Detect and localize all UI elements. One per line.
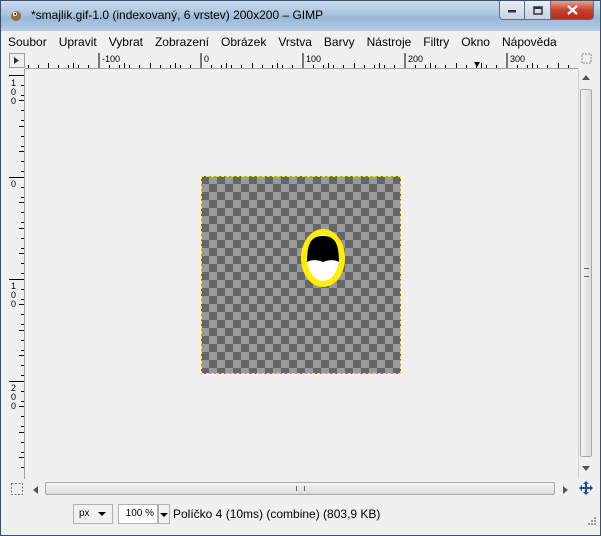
h-ruler-label: 100 bbox=[306, 54, 322, 64]
h-ruler-label: 200 bbox=[408, 54, 424, 64]
menu-obrazek[interactable]: Obrázek bbox=[215, 31, 272, 53]
close-icon bbox=[566, 5, 578, 15]
maximize-button[interactable] bbox=[525, 1, 551, 20]
menu-vybrat[interactable]: Vybrat bbox=[103, 31, 149, 53]
h-ruler-label: 300 bbox=[510, 54, 526, 64]
scroll-up-arrow-icon[interactable] bbox=[582, 75, 590, 80]
ruler-corner-menu-button[interactable] bbox=[9, 53, 25, 68]
unit-select[interactable]: px bbox=[73, 504, 113, 524]
zoom-fit-icon bbox=[581, 53, 592, 64]
chevron-down-icon bbox=[98, 512, 106, 516]
minimize-icon bbox=[508, 10, 516, 13]
v-ruler-label: 200 bbox=[11, 383, 17, 411]
h-ruler-label: 0 bbox=[204, 54, 210, 64]
menu-zobrazeni[interactable]: Zobrazení bbox=[149, 31, 215, 53]
window-title: *smajlik.gif-1.0 (indexovaný, 6 vrstev) … bbox=[31, 8, 324, 22]
menu-vrstva[interactable]: Vrstva bbox=[272, 31, 318, 53]
quick-mask-icon[interactable] bbox=[10, 482, 24, 496]
pointer-position-marker bbox=[474, 62, 480, 67]
close-button[interactable] bbox=[551, 1, 594, 20]
scroll-right-arrow-icon[interactable] bbox=[563, 486, 568, 494]
v-ruler-label: 100 bbox=[11, 281, 17, 309]
zoom-dropdown-button[interactable] bbox=[158, 504, 170, 524]
vertical-ruler-ticks bbox=[9, 75, 24, 468]
status-bar: px 100 % Políčko 4 (10ms) (combine) (803… bbox=[1, 501, 600, 529]
minimize-button[interactable] bbox=[499, 1, 525, 20]
vertical-scrollbar[interactable] bbox=[578, 69, 593, 479]
menu-filtry[interactable]: Filtry bbox=[417, 31, 455, 53]
vertical-ruler: 100 0 100 200 bbox=[9, 69, 25, 479]
menu-bar: Soubor Upravit Vybrat Zobrazení Obrázek … bbox=[2, 31, 599, 53]
menu-arrow-icon bbox=[14, 57, 19, 64]
maximize-icon bbox=[532, 5, 543, 15]
vertical-scroll-thumb[interactable] bbox=[580, 89, 592, 457]
menu-okno[interactable]: Okno bbox=[455, 31, 496, 53]
menu-napoveda[interactable]: Nápověda bbox=[496, 31, 563, 53]
resize-grip-icon[interactable] bbox=[586, 515, 596, 525]
horizontal-scroll-thumb[interactable] bbox=[45, 482, 555, 495]
horizontal-ruler: -100 0 100 200 300 bbox=[25, 53, 578, 69]
zoom-input[interactable]: 100 % bbox=[118, 504, 158, 524]
gimp-image-window: *smajlik.gif-1.0 (indexovaný, 6 vrstev) … bbox=[0, 0, 601, 536]
menu-upravit[interactable]: Upravit bbox=[53, 31, 103, 53]
zoom-fit-button[interactable] bbox=[581, 53, 592, 64]
smiley-frame-image bbox=[301, 229, 345, 287]
v-ruler-label: 0 bbox=[11, 179, 17, 189]
menu-barvy[interactable]: Barvy bbox=[318, 31, 361, 53]
menu-nastroje[interactable]: Nástroje bbox=[361, 31, 418, 53]
title-bar[interactable]: *smajlik.gif-1.0 (indexovaný, 6 vrstev) … bbox=[1, 1, 600, 31]
horizontal-scrollbar[interactable] bbox=[25, 482, 577, 496]
h-ruler-label: -100 bbox=[102, 54, 121, 64]
status-message: Políčko 4 (10ms) (combine) (803,9 KB) bbox=[173, 507, 381, 521]
navigate-cross-icon bbox=[579, 481, 593, 495]
scroll-left-arrow-icon[interactable] bbox=[33, 486, 38, 494]
gimp-wilber-icon bbox=[11, 11, 21, 21]
menu-soubor[interactable]: Soubor bbox=[2, 31, 53, 53]
v-ruler-label: 100 bbox=[11, 78, 17, 106]
navigate-button[interactable] bbox=[578, 481, 594, 497]
scroll-down-arrow-icon[interactable] bbox=[582, 466, 590, 471]
unit-value: px bbox=[79, 508, 90, 519]
